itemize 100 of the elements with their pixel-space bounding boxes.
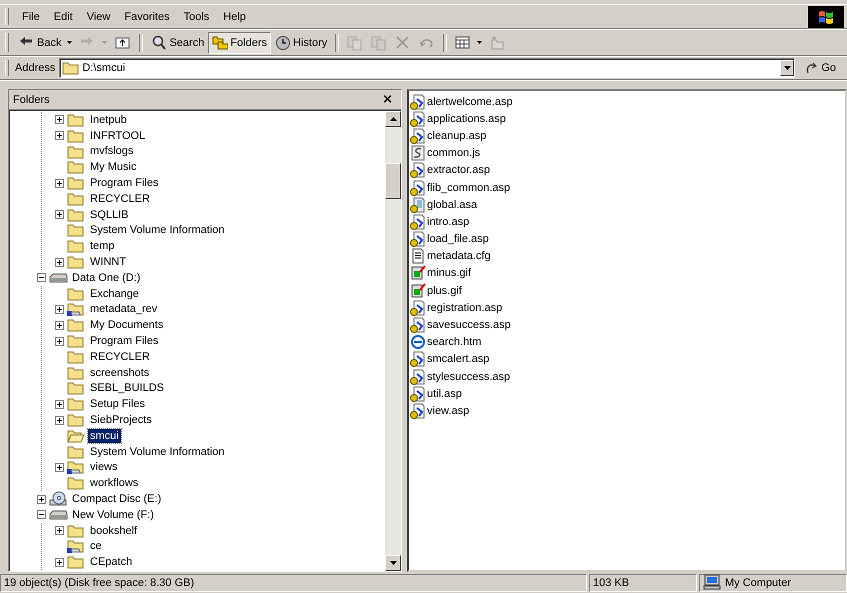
expand-icon[interactable] [55,258,64,267]
close-button[interactable]: × [378,92,397,107]
tree-item[interactable]: SEBL_BUILDS [88,381,166,396]
tree-item[interactable]: ce [88,539,104,554]
file-name[interactable]: alertwelcome.asp [427,96,513,108]
tree-item[interactable]: SiebProjects [88,413,154,428]
expand-icon[interactable] [55,210,64,220]
expand-icon[interactable] [37,494,46,504]
file-name[interactable]: minus.gif [427,267,472,280]
menu-item[interactable]: File [15,8,47,24]
collapse-icon[interactable] [37,510,46,520]
scrollbar[interactable] [385,111,401,571]
file-name[interactable]: smcalert.asp [427,353,490,366]
expand-icon[interactable] [55,462,64,472]
go-button[interactable]: Go [795,61,844,75]
file-name[interactable]: search.htm [427,336,482,348]
tree-item[interactable]: workflows [88,476,140,490]
tree-item[interactable]: CEpatch [88,555,134,570]
tree-item[interactable]: RECYCLER [88,192,152,206]
address-field[interactable]: D:\smcui [59,58,796,78]
file-name[interactable]: savesuccess.asp [427,319,511,332]
file-name[interactable]: intro.asp [427,216,470,228]
tree-item[interactable]: WINNT [88,255,128,270]
menu-item[interactable]: Help [216,8,253,24]
expand-icon[interactable] [55,320,64,330]
folder-icon [67,317,85,334]
file-name[interactable]: cleanup.asp [427,130,486,142]
status-zone: My Computer [725,577,792,589]
expand-icon[interactable] [55,304,64,314]
scroll-down-button[interactable] [385,555,401,571]
tree-item[interactable]: System Volume Information [88,444,227,459]
back-button[interactable]: Back [15,32,66,54]
windows-logo-icon [808,6,844,28]
menu-item[interactable]: Favorites [117,8,177,24]
tree-item[interactable]: Inetpub [88,112,129,127]
scroll-thumb[interactable] [385,163,401,199]
file-name[interactable]: metadata.cfg [427,250,491,262]
expand-icon[interactable] [55,115,64,124]
file-name[interactable]: registration.asp [427,302,502,314]
copy-to-icon [371,34,388,50]
up-arrow-icon [390,117,396,121]
views-icon [455,34,472,50]
file-name[interactable]: plus.gif [427,284,462,297]
folder-icon [67,175,85,192]
tree-item[interactable]: New Volume (F:) [70,508,156,522]
tree-item[interactable]: INFRTOOL [88,128,148,143]
status-text: 19 object(s) (Disk free space: 8.30 GB) [0,574,587,592]
tree-item[interactable]: smcui [88,428,121,443]
tree-item[interactable]: views [88,460,120,474]
file-name[interactable]: extractor.asp [427,164,490,176]
expand-icon[interactable] [55,131,64,140]
file-name[interactable]: load_file.asp [427,233,489,246]
collapse-icon[interactable] [37,273,46,282]
file-name[interactable]: flib_common.asp [427,182,510,194]
file-name[interactable]: stylesuccess.asp [427,370,510,383]
expand-icon[interactable] [55,178,64,188]
open-folder-icon [67,428,85,444]
tree-item[interactable]: RECYCLER [88,350,152,364]
file-name[interactable]: common.js [427,147,480,160]
tree-item[interactable]: Program Files [88,334,160,348]
folder-icon [67,144,85,160]
tree-item[interactable]: metadata_rev [88,302,160,316]
history-button[interactable]: History [271,32,332,54]
tree-item[interactable]: mvfslogs [88,144,136,158]
tree-item[interactable]: Setup Files [88,397,148,412]
file-name[interactable]: applications.asp [427,112,506,125]
folder-icon [67,238,85,254]
script-file-icon [410,162,426,178]
tree-item[interactable]: Program Files [88,176,160,190]
tree-item[interactable]: Compact Disc (E:) [70,492,164,506]
menu-item[interactable]: View [80,8,118,24]
menu-item[interactable]: Tools [176,8,216,24]
tree-item[interactable]: Exchange [88,286,141,301]
tree-item[interactable]: Data One (D:) [70,270,142,285]
tree-item[interactable]: bookshelf [88,524,140,538]
script-file-icon [410,317,426,334]
expand-icon[interactable] [55,400,64,409]
file-name[interactable]: util.asp [427,388,462,400]
status-size: 103 KB [589,574,697,592]
scroll-up-button[interactable] [385,111,401,127]
expand-icon[interactable] [55,558,64,567]
file-name[interactable]: view.asp [427,404,470,417]
shared-folder-icon [67,459,85,476]
file-name[interactable]: global.asa [427,198,478,211]
expand-icon[interactable] [55,416,64,425]
menu-item[interactable]: Edit [46,8,80,24]
folders-button[interactable]: Folders [208,32,272,54]
tree-item[interactable]: My Documents [88,318,166,332]
clock-icon [275,34,292,50]
folder-icon [67,206,85,223]
search-button[interactable]: Search [147,32,208,54]
tree-item[interactable]: temp [88,239,116,254]
script-file-icon [410,145,426,162]
tree-item[interactable]: SQLLIB [88,208,131,222]
tree-item[interactable]: System Volume Information [88,223,227,238]
tree-item[interactable]: screenshots [88,366,152,380]
expand-icon[interactable] [55,526,64,536]
expand-icon[interactable] [55,336,64,346]
tree-item[interactable]: My Music [88,160,138,174]
shared-folder-icon [67,538,85,554]
